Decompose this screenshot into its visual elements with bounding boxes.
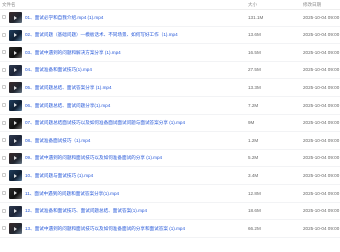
file-size: 12.8M <box>248 190 261 196</box>
row-checkbox[interactable] <box>2 85 6 90</box>
file-row[interactable]: 10、面试问题与面试技巧 (1).mp4 3.4M 2025-10-04 09:00 <box>0 167 340 185</box>
file-name-link[interactable]: 01、面试必学和自我介绍.mp4 (1).mp4 <box>25 15 103 21</box>
file-size: 13.6M <box>248 32 261 38</box>
row-checkbox[interactable] <box>2 15 6 19</box>
row-checkbox[interactable] <box>2 173 6 178</box>
file-modified-date: 2025-10-04 09:00 <box>303 14 340 20</box>
column-header-name[interactable]: 文件名 <box>2 2 16 8</box>
row-checkbox[interactable] <box>2 50 6 55</box>
file-row[interactable]: 12、面试准备和面试技巧、面试问题总结、面试答案(1).mp4 18.6M 2025… <box>0 203 340 221</box>
file-size: 131.1M <box>248 14 264 20</box>
row-checkbox[interactable] <box>2 32 6 37</box>
column-header-date[interactable]: 修改日期 <box>303 2 321 8</box>
video-thumbnail-icon[interactable] <box>9 64 22 76</box>
file-name-link[interactable]: 12、面试准备和面试技巧、面试问题总结、面试答案(1).mp4 <box>25 208 147 214</box>
file-row[interactable]: 08、面试准备面试技巧（1).mp4 1.2M 2025-10-04 09:00 <box>0 132 340 150</box>
file-name-link[interactable]: 03、面试中遇到的问题和解决方案分享 (1).mp4 <box>25 50 121 56</box>
file-row[interactable]: 03、面试中遇到的问题和解决方案分享 (1).mp4 16.5M 2025-10-0… <box>0 44 340 62</box>
file-name-link[interactable]: 07、面试问题总结面试技巧以及如何准备面试面试问题与面试答案分享 (1).mp4 <box>25 120 185 126</box>
video-thumbnail-icon[interactable] <box>9 29 22 41</box>
file-name-link[interactable]: 06、面试问题总结、面试问题分享(1).mp4 <box>25 103 110 109</box>
file-modified-date: 2025-10-04 09:00 <box>303 208 340 214</box>
video-thumbnail-icon[interactable] <box>9 47 22 59</box>
file-name-link[interactable]: 11、面试中遇到的问题和面试答案分享(1).mp4 <box>25 191 119 197</box>
video-thumbnail-icon[interactable] <box>9 135 22 147</box>
file-modified-date: 2025-10-04 09:00 <box>303 49 340 55</box>
file-modified-date: 2025-10-04 09:00 <box>303 120 340 126</box>
video-thumbnail-icon[interactable] <box>9 205 22 217</box>
file-modified-date: 2025-10-04 09:00 <box>303 225 340 231</box>
file-row[interactable]: 05、面试问题总结、面试答案分享 (1).mp4 13.3M 2025-10-04 … <box>0 79 340 97</box>
video-thumbnail-icon[interactable] <box>9 82 22 94</box>
row-checkbox[interactable] <box>2 226 6 231</box>
row-checkbox[interactable] <box>2 155 6 160</box>
file-size: 7.2M <box>248 102 259 108</box>
file-row[interactable]: 13、面试中遇到的问题和面试技巧以及如何准备面试的分享和面试答案 (1).mp4… <box>0 220 340 238</box>
row-checkbox[interactable] <box>2 120 6 125</box>
file-row[interactable]: 02、面试问题（基础问题）—模板话术、不同场景、如何写好工作（1).mp4 13.… <box>0 27 340 45</box>
file-size: 5.2M <box>248 155 259 161</box>
file-name-link[interactable]: 05、面试问题总结、面试答案分享 (1).mp4 <box>25 85 112 91</box>
file-row[interactable]: 11、面试中遇到的问题和面试答案分享(1).mp4 12.8M 2025-10-04… <box>0 185 340 203</box>
video-thumbnail-icon[interactable] <box>9 12 22 23</box>
file-row[interactable]: 09、面试中遇到的问题和面试技巧以及如何准备面试的分享 (1).mp4 5.2M 2… <box>0 150 340 168</box>
file-name-link[interactable]: 04、面试准备和面试技巧(1).mp4 <box>25 67 92 73</box>
video-thumbnail-icon[interactable] <box>9 117 22 129</box>
video-thumbnail-icon[interactable] <box>9 223 22 235</box>
row-checkbox[interactable] <box>2 102 6 107</box>
file-name-link[interactable]: 08、面试准备面试技巧（1).mp4 <box>25 138 90 144</box>
file-modified-date: 2025-10-04 09:00 <box>303 102 340 108</box>
file-size: 18.6M <box>248 208 261 214</box>
file-name-link[interactable]: 10、面试问题与面试技巧 (1).mp4 <box>25 173 93 179</box>
video-thumbnail-icon[interactable] <box>9 99 22 111</box>
file-size: 16.5M <box>248 49 261 55</box>
file-modified-date: 2025-10-04 09:00 <box>303 67 340 73</box>
file-modified-date: 2025-10-04 09:00 <box>303 190 340 196</box>
file-modified-date: 2025-10-04 09:00 <box>303 32 340 38</box>
row-checkbox[interactable] <box>2 190 6 195</box>
file-size: 9M <box>248 120 255 126</box>
row-checkbox[interactable] <box>2 208 6 213</box>
file-row[interactable]: 07、面试问题总结面试技巧以及如何准备面试面试问题与面试答案分享 (1).mp4… <box>0 115 340 133</box>
column-header-size[interactable]: 大小 <box>248 2 257 8</box>
video-thumbnail-icon[interactable] <box>9 187 22 199</box>
row-checkbox[interactable] <box>2 138 6 143</box>
file-list: 01、面试必学和自我介绍.mp4 (1).mp4 131.1M 2025-10-04… <box>0 9 340 238</box>
file-name-link[interactable]: 09、面试中遇到的问题和面试技巧以及如何准备面试的分享 (1).mp4 <box>25 155 162 161</box>
file-modified-date: 2025-10-04 09:00 <box>303 155 340 161</box>
row-checkbox[interactable] <box>2 67 6 72</box>
video-thumbnail-icon[interactable] <box>9 170 22 182</box>
file-size: 66.2M <box>248 225 261 231</box>
file-modified-date: 2025-10-04 09:00 <box>303 172 340 178</box>
file-size: 3.4M <box>248 172 259 178</box>
file-row[interactable]: 04、面试准备和面试技巧(1).mp4 27.5M 2025-10-04 09:00 <box>0 62 340 80</box>
video-thumbnail-icon[interactable] <box>9 152 22 164</box>
file-modified-date: 2025-10-04 09:00 <box>303 84 340 90</box>
file-row[interactable]: 06、面试问题总结、面试问题分享(1).mp4 7.2M 2025-10-04 09… <box>0 97 340 115</box>
file-modified-date: 2025-10-04 09:00 <box>303 137 340 143</box>
file-row[interactable]: 01、面试必学和自我介绍.mp4 (1).mp4 131.1M 2025-10-04… <box>0 9 340 27</box>
file-name-link[interactable]: 13、面试中遇到的问题和面试技巧以及如何准备面试的分享和面试答案 (1).mp4 <box>25 226 185 232</box>
file-name-link[interactable]: 02、面试问题（基础问题）—模板话术、不同场景、如何写好工作（1).mp4 <box>25 32 178 38</box>
file-size: 27.5M <box>248 67 261 73</box>
file-size: 13.3M <box>248 84 261 90</box>
file-size: 1.2M <box>248 137 259 143</box>
